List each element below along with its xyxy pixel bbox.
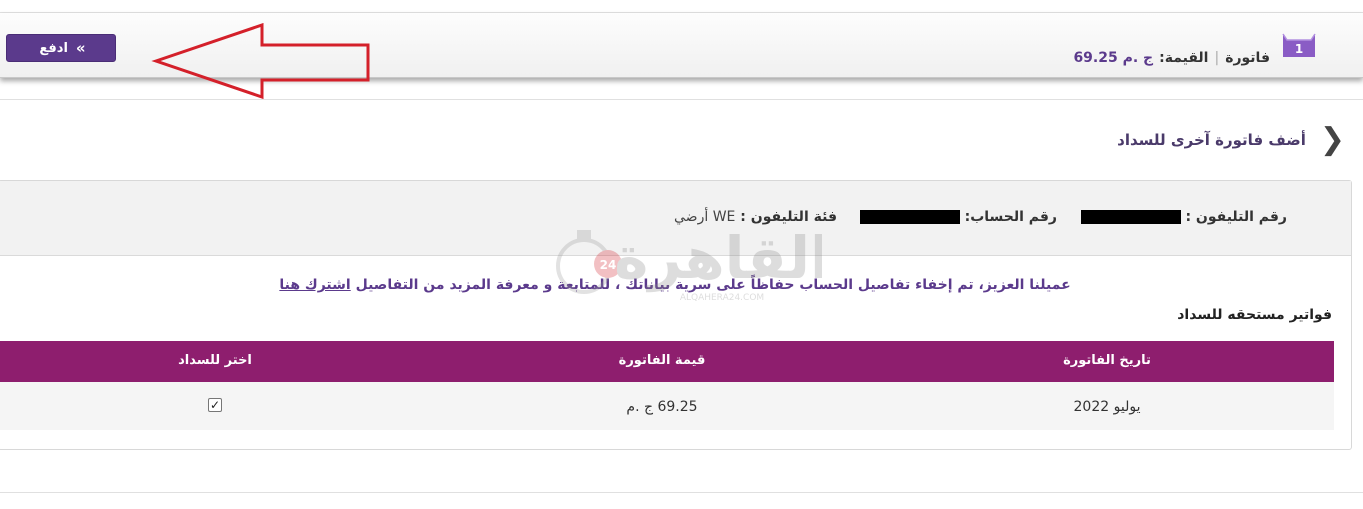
account-details-header: رقم التليفون : رقم الحساب: فئة التليفون …	[0, 181, 1351, 256]
cart-icon[interactable]: 1	[1281, 31, 1317, 59]
summary-separator: |	[1214, 50, 1220, 66]
header-bill-date: تاريخ الفاتورة	[1063, 353, 1151, 368]
invoice-summary: فاتورة | القيمة: ج .م 69.25	[1073, 50, 1270, 66]
phone-masked-value	[1080, 210, 1181, 224]
cart-count: 1	[1295, 42, 1303, 56]
pay-button[interactable]: ادفع «	[6, 34, 116, 62]
add-bill-label: أضف فاتورة آخرى للسداد	[1117, 131, 1306, 149]
invoice-label: فاتورة	[1225, 50, 1270, 66]
category-value: WE أرضي	[674, 209, 736, 225]
phone-label: رقم التليفون :	[1185, 209, 1287, 225]
bill-amount: 69.25 ج .م	[626, 399, 698, 415]
pay-button-label: ادفع	[39, 40, 68, 56]
chevron-right-icon: ❮	[1319, 122, 1345, 157]
invoice-total: ج .م 69.25	[1073, 50, 1154, 66]
category-label: فئة التليفون :	[740, 209, 837, 225]
due-bills-title: فواتير مستحقه للسداد	[1177, 307, 1332, 323]
bottom-divider	[0, 492, 1363, 493]
value-label: القيمة:	[1159, 50, 1209, 66]
subscribe-link[interactable]: اشترك هنا	[279, 277, 350, 293]
header-bill-amount: قيمة الفاتورة	[618, 353, 706, 368]
add-another-bill-link[interactable]: ❮ أضف فاتورة آخرى للسداد	[1117, 122, 1345, 157]
double-chevron-left-icon: «	[75, 39, 86, 57]
account-label: رقم الحساب:	[964, 209, 1057, 225]
bill-date: يوليو 2022	[1073, 399, 1141, 415]
section-divider	[0, 99, 1363, 100]
account-number-field: رقم الحساب:	[859, 209, 1057, 225]
bills-table: تاريخ الفاتورة قيمة الفاتورة اختر للسداد…	[0, 341, 1334, 430]
phone-number-field: رقم التليفون :	[1080, 209, 1287, 225]
privacy-notice: عميلنا العزيز، تم إخفاء تفاصيل الحساب حف…	[0, 277, 1351, 293]
table-row: يوليو 2022 69.25 ج .م ✓	[0, 382, 1334, 430]
select-bill-checkbox[interactable]: ✓	[208, 398, 222, 412]
notice-text: عميلنا العزيز، تم إخفاء تفاصيل الحساب حف…	[355, 277, 1071, 293]
top-spacer	[0, 0, 1363, 13]
cart-summary-bar: ادفع « فاتورة | القيمة: ج .م 69.25 1	[0, 13, 1363, 100]
account-details-panel: رقم التليفون : رقم الحساب: فئة التليفون …	[0, 180, 1352, 450]
red-arrow-annotation	[151, 23, 370, 100]
account-masked-value	[859, 210, 960, 224]
header-select-pay: اختر للسداد	[178, 353, 252, 368]
phone-category-field: فئة التليفون : WE أرضي	[674, 209, 837, 225]
table-header: تاريخ الفاتورة قيمة الفاتورة اختر للسداد	[0, 341, 1334, 382]
